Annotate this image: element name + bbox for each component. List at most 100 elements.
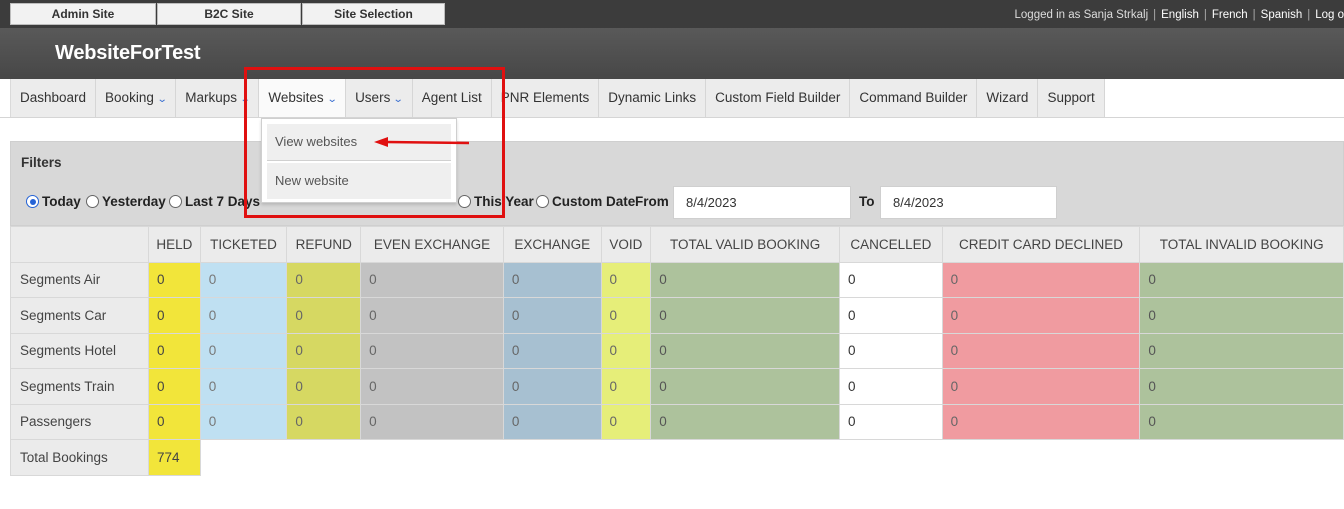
table-cell: 0 (600, 368, 652, 405)
table-cell: 0 (360, 332, 504, 369)
nav-label: Support (1047, 90, 1095, 105)
nav-command-builder[interactable]: Command Builder (850, 79, 978, 117)
radio-unchecked-icon (536, 195, 549, 208)
nav-label: Users (355, 90, 391, 105)
column-header: CREDIT CARD DECLINED (941, 226, 1141, 263)
row-header: Segments Hotel (10, 332, 149, 369)
radio-checked-icon (26, 195, 39, 208)
to-date-input[interactable]: 8/4/2023 (880, 186, 1057, 219)
table-cell: 0 (502, 261, 602, 298)
table-cell: 0 (147, 403, 201, 440)
nav-dynamic-links[interactable]: Dynamic Links (599, 79, 707, 117)
radio-today[interactable]: Today (26, 194, 81, 209)
table-cell: 0 (1139, 297, 1344, 334)
radio-custom-date[interactable]: Custom Date (536, 194, 635, 209)
radio-label: Last 7 Days (185, 194, 261, 209)
empty-cell (650, 439, 840, 475)
table-cell: 0 (286, 403, 362, 440)
brand-bar: WebsiteForTest (0, 28, 1344, 79)
nav-support[interactable]: Support (1038, 79, 1105, 117)
table-cell: 0 (502, 403, 602, 440)
radio-last-7-days[interactable]: Last 7 Days (169, 194, 260, 209)
table-cell: 0 (941, 261, 1141, 298)
column-header: TOTAL VALID BOOKING (650, 226, 841, 263)
nav-agent-list[interactable]: Agent List (413, 79, 492, 117)
nav-websites[interactable]: Websites ⌄ (259, 79, 347, 117)
nav-label: Command Builder (859, 90, 968, 105)
table-cell: 0 (199, 332, 288, 369)
main-nav: Dashboard Booking ⌄ Markups ⌄ Websites ⌄ Us… (0, 79, 1344, 118)
chevron-down-icon: ⌄ (156, 94, 168, 105)
chevron-down-icon: ⌄ (393, 94, 404, 105)
table-cell: 0 (286, 297, 362, 334)
table-cell: 0 (1139, 368, 1344, 405)
table-row: Segments Train 0 0 0 0 0 0 0 0 0 0 (10, 368, 1344, 405)
nav-label: Dashboard (20, 90, 87, 105)
menu-item-view-websites[interactable]: View websites (267, 124, 451, 160)
radio-yesterday[interactable]: Yesterday (86, 194, 166, 209)
nav-wizard[interactable]: Wizard (977, 79, 1039, 117)
websites-dropdown-menu: View websites New website (261, 118, 457, 203)
table-cell: 0 (286, 332, 362, 369)
table-cell: 0 (650, 261, 841, 298)
from-date-input[interactable]: 8/4/2023 (673, 186, 851, 219)
nav-label: Booking (105, 90, 154, 105)
empty-cell (360, 439, 504, 475)
language-spanish-link[interactable]: Spanish (1261, 9, 1303, 21)
column-header: EVEN EXCHANGE (360, 226, 504, 263)
logout-link[interactable]: Log o (1315, 9, 1344, 21)
site-selection-tab[interactable]: Site Selection (302, 3, 445, 25)
radio-this-year[interactable]: This Year (458, 194, 534, 209)
nav-label: Dynamic Links (608, 90, 697, 105)
table-corner-cell (10, 226, 149, 263)
nav-pnr-elements[interactable]: PNR Elements (492, 79, 600, 117)
table-cell: 0 (839, 297, 943, 334)
empty-cell (286, 439, 361, 475)
table-cell: 0 (1139, 332, 1344, 369)
table-cell: 0 (600, 403, 652, 440)
table-cell: 0 (199, 368, 288, 405)
nav-dashboard[interactable]: Dashboard (11, 79, 97, 117)
table-cell: 0 (360, 403, 504, 440)
from-label: From (635, 194, 669, 209)
column-header: HELD (147, 226, 201, 263)
column-header: CANCELLED (839, 226, 943, 263)
table-cell: 0 (286, 368, 362, 405)
total-bookings-value: 774 (147, 439, 201, 476)
radio-label: Yesterday (102, 194, 166, 209)
table-row: Segments Air 0 0 0 0 0 0 0 0 0 0 (10, 261, 1344, 298)
row-header: Segments Car (10, 297, 149, 334)
empty-cell (503, 439, 602, 475)
nav-markups[interactable]: Markups ⌄ (176, 79, 260, 117)
table-header-row: HELD TICKETED REFUND EVEN EXCHANGE EXCHA… (10, 226, 1344, 263)
nav-label: Custom Field Builder (715, 90, 841, 105)
menu-item-new-website[interactable]: New website (267, 163, 451, 199)
column-header: TOTAL INVALID BOOKING (1139, 226, 1344, 263)
table-cell: 0 (147, 261, 201, 298)
admin-site-tab[interactable]: Admin Site (10, 3, 156, 25)
table-cell: 0 (839, 261, 943, 298)
row-header: Segments Air (10, 261, 149, 298)
nav-custom-field-builder[interactable]: Custom Field Builder (706, 79, 851, 117)
site-title: WebsiteForTest (55, 42, 201, 64)
nav-booking[interactable]: Booking ⌄ (96, 79, 177, 117)
radio-label: Today (42, 194, 81, 209)
table-cell: 0 (147, 297, 201, 334)
nav-users[interactable]: Users ⌄ (346, 79, 413, 117)
table-cell: 0 (600, 261, 652, 298)
table-cell: 0 (502, 332, 602, 369)
row-header: Segments Train (10, 368, 149, 405)
language-french-link[interactable]: French (1212, 9, 1248, 21)
language-english-link[interactable]: English (1161, 9, 1199, 21)
table-cell: 0 (650, 368, 841, 405)
b2c-site-tab[interactable]: B2C Site (157, 3, 301, 25)
table-cell: 0 (650, 403, 841, 440)
table-cell: 0 (502, 297, 602, 334)
column-header: REFUND (286, 226, 362, 263)
table-cell: 0 (650, 297, 841, 334)
logged-in-text: Logged in as Sanja Strkalj (1014, 9, 1149, 21)
bookings-summary-table: HELD TICKETED REFUND EVEN EXCHANGE EXCHA… (10, 226, 1344, 476)
radio-unchecked-icon (86, 195, 99, 208)
table-cell: 0 (1139, 261, 1344, 298)
nav-label: Agent List (421, 90, 482, 105)
